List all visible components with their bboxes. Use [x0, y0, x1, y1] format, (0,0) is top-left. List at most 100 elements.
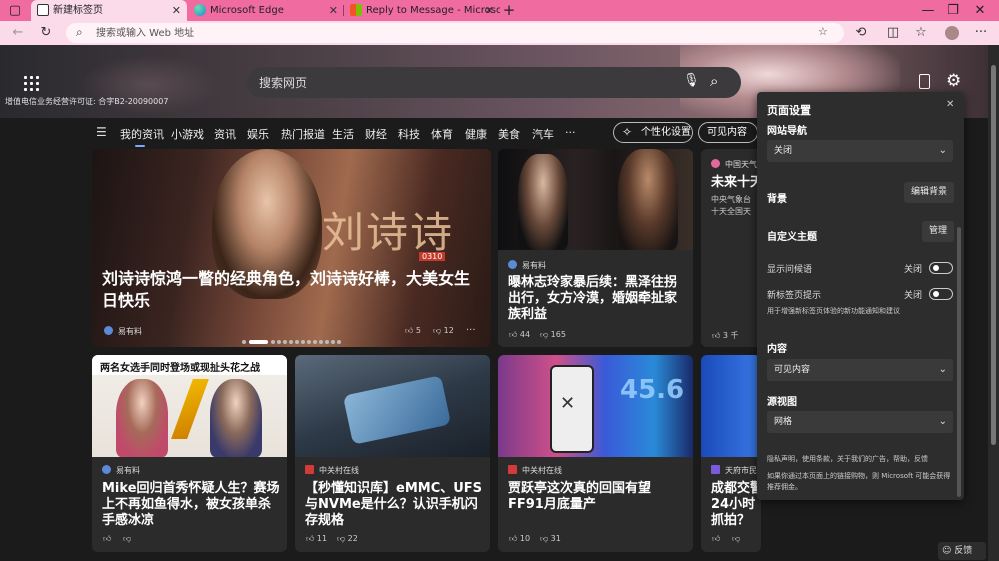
edit-background-button[interactable]: 编辑背景: [904, 182, 954, 203]
nav-item-sports[interactable]: 体育: [431, 126, 453, 142]
nav-item-news[interactable]: 资讯: [214, 126, 236, 142]
hamburger-icon[interactable]: ☰: [96, 125, 107, 139]
address-bar[interactable]: ⌕ ☆: [66, 23, 844, 43]
tab-bar: ▢ 新建标签页 ✕ Microsoft Edge ✕ Reply to Mess…: [0, 0, 999, 21]
close-tab-icon[interactable]: ✕: [329, 0, 338, 21]
dislike-button[interactable]: 👎︎ 22: [337, 534, 358, 544]
news-card[interactable]: 天府市民 成都交警24小时抓拍？ 👍︎ 👎︎: [701, 355, 761, 552]
news-image: [295, 355, 490, 457]
news-title[interactable]: 刘诗诗惊鸿一瞥的经典角色，刘诗诗好棒，大美女生日快乐: [102, 268, 477, 312]
nav-item-trending[interactable]: 热门报道: [281, 126, 325, 142]
tips-toggle[interactable]: [929, 288, 953, 300]
site-nav-select[interactable]: 关闭 ⌄: [767, 140, 953, 162]
news-image: [498, 149, 693, 250]
close-window-icon[interactable]: ✕: [957, 0, 999, 21]
microphone-icon[interactable]: 🎙︎: [683, 73, 700, 88]
like-button[interactable]: 👍︎: [103, 534, 111, 544]
toolbar: ← ↻ ⌕ ☆ ⟲ ◫ ☆ ···: [0, 21, 999, 45]
feedback-icon: ☺︎: [942, 546, 952, 556]
page-scrollbar[interactable]: [988, 45, 999, 561]
close-tab-icon[interactable]: ✕: [172, 0, 181, 21]
more-menu-icon[interactable]: ···: [969, 21, 993, 45]
news-title[interactable]: 【秒懂知识库】eMMC、UFS与NVMe是什么？认识手机闪存规格: [305, 481, 485, 529]
content-select[interactable]: 可见内容 ⌄: [767, 359, 953, 381]
news-title[interactable]: Mike回归首秀怀疑人生？赛场上不再如鱼得水，被女孩单杀手感冰凉: [102, 481, 282, 529]
show-greeting-state: 关闭: [904, 265, 923, 275]
nav-item-life[interactable]: 生活: [332, 126, 354, 142]
close-icon[interactable]: ✕: [946, 99, 954, 110]
news-card[interactable]: 两名女选手同时登场或现扯头花之战 易有料 Mike回归首秀怀疑人生？赛场上不再如…: [92, 355, 287, 552]
visible-content-button[interactable]: 可见内容: [698, 122, 758, 143]
news-card[interactable]: 中关村在线 【秒懂知识库】eMMC、UFS与NVMe是什么？认识手机闪存规格 👍…: [295, 355, 490, 552]
nav-more[interactable]: ···: [565, 126, 576, 139]
tab-reply-message[interactable]: Reply to Message - Microsoft Co ✕: [344, 0, 500, 21]
footer-links[interactable]: 隐私声明，使用条款，关于我们的广告，帮助，反馈: [767, 454, 928, 465]
news-source: 中国天气: [711, 159, 757, 170]
site-nav-label: 网站导航: [767, 126, 807, 137]
tab-actions-icon[interactable]: ▢: [0, 0, 30, 21]
back-icon[interactable]: ←: [6, 21, 30, 45]
weather-card[interactable]: 中国天气 未来十天 中央气象台 十天全国天 👍︎ 3 千: [701, 149, 761, 347]
nav-item-my-news[interactable]: 我的资讯: [120, 126, 164, 147]
page-settings-panel: 页面设置 ✕ 网站导航 关闭 ⌄ 背景 编辑背景 自定义主题 管理 显示问候语 关…: [757, 92, 964, 500]
feedback-label: 反馈: [954, 546, 973, 556]
card-more-icon[interactable]: ···: [466, 325, 476, 336]
news-card[interactable]: ✕ 45.6 中关村在线 贾跃亭这次真的回国有望 FF91月底量产 👍︎ 10 …: [498, 355, 693, 552]
like-button[interactable]: 👍︎ 10: [509, 534, 530, 544]
dislike-button[interactable]: 👎︎: [732, 534, 740, 544]
show-greeting-toggle[interactable]: [929, 262, 953, 274]
dislike-button[interactable]: 👎︎ 31: [540, 534, 561, 544]
personalize-button[interactable]: ✧ 个性化设置: [613, 122, 693, 143]
feedback-button[interactable]: ☺︎ 反馈: [938, 542, 986, 560]
news-image: ✕ 45.6: [498, 355, 693, 457]
tab-label: Microsoft Edge: [210, 5, 284, 16]
extensions-icon[interactable]: ⟲: [849, 21, 873, 45]
nav-item-auto[interactable]: 汽车: [532, 126, 554, 142]
tab-new-tab[interactable]: 新建标签页 ✕: [31, 0, 187, 21]
nav-item-food[interactable]: 美食: [498, 126, 520, 142]
news-title[interactable]: 未来十天: [711, 175, 761, 191]
dislike-button[interactable]: 👎︎ 165: [540, 330, 566, 340]
tab-microsoft-edge[interactable]: Microsoft Edge ✕: [188, 0, 344, 21]
dislike-button[interactable]: 👎︎: [123, 534, 131, 544]
favorite-add-icon[interactable]: ☆: [818, 25, 828, 38]
news-card[interactable]: 易有料 曝林志玲家暴后续：黑泽往拐出行，女方冷漠，婚姻牵扯家族利益 👍︎ 44 …: [498, 149, 693, 347]
close-tab-icon[interactable]: ✕: [485, 0, 494, 21]
panel-scrollbar[interactable]: [957, 227, 961, 497]
refresh-icon[interactable]: ↻: [34, 21, 58, 45]
news-title[interactable]: 成都交警24小时抓拍？: [711, 481, 761, 529]
news-card-hero[interactable]: 刘诗诗 0310 刘诗诗惊鸿一瞥的经典角色，刘诗诗好棒，大美女生日快乐 易有料 …: [92, 149, 491, 347]
manage-theme-button[interactable]: 管理: [922, 221, 954, 242]
web-search-box[interactable]: 🎙︎ ⌕: [247, 67, 741, 98]
like-button[interactable]: 👍︎ 3 千: [712, 330, 739, 341]
news-image: [701, 355, 761, 457]
nav-item-entertainment[interactable]: 娱乐: [247, 126, 269, 142]
apps-grid-icon[interactable]: [24, 76, 42, 94]
nav-item-finance[interactable]: 财经: [365, 126, 387, 142]
tips-state: 关闭: [904, 291, 923, 301]
split-screen-icon[interactable]: ◫: [881, 21, 905, 45]
like-button[interactable]: 👍︎ 5: [405, 326, 421, 336]
source-view-select[interactable]: 网格 ⌄: [767, 411, 953, 433]
address-input[interactable]: [96, 23, 796, 43]
like-button[interactable]: 👍︎ 11: [306, 534, 327, 544]
news-title[interactable]: 曝林志玲家暴后续：黑泽往拐出行，女方冷漠，婚姻牵扯家族利益: [508, 275, 688, 323]
search-icon: ⌕: [76, 25, 83, 39]
news-title[interactable]: 贾跃亭这次真的回国有望 FF91月底量产: [508, 481, 688, 513]
nav-item-games[interactable]: 小游戏: [171, 126, 204, 142]
search-icon[interactable]: ⌕: [710, 72, 718, 90]
new-tab-icon[interactable]: +: [498, 0, 520, 21]
settings-gear-icon[interactable]: ⚙: [946, 71, 961, 91]
phone-icon[interactable]: [919, 74, 930, 89]
nav-item-health[interactable]: 健康: [465, 126, 487, 142]
dislike-button[interactable]: 👎︎ 12: [433, 326, 454, 336]
like-button[interactable]: 👍︎ 44: [509, 330, 530, 340]
chevron-down-icon: ⌄: [938, 364, 947, 375]
nav-item-tech[interactable]: 科技: [398, 126, 420, 142]
source-view-label: 源视图: [767, 397, 797, 408]
news-source: 天府市民: [711, 465, 757, 476]
favorites-icon[interactable]: ☆: [909, 21, 933, 45]
search-input[interactable]: [259, 67, 679, 98]
like-button[interactable]: 👍︎: [712, 534, 720, 544]
avatar[interactable]: [940, 21, 964, 45]
